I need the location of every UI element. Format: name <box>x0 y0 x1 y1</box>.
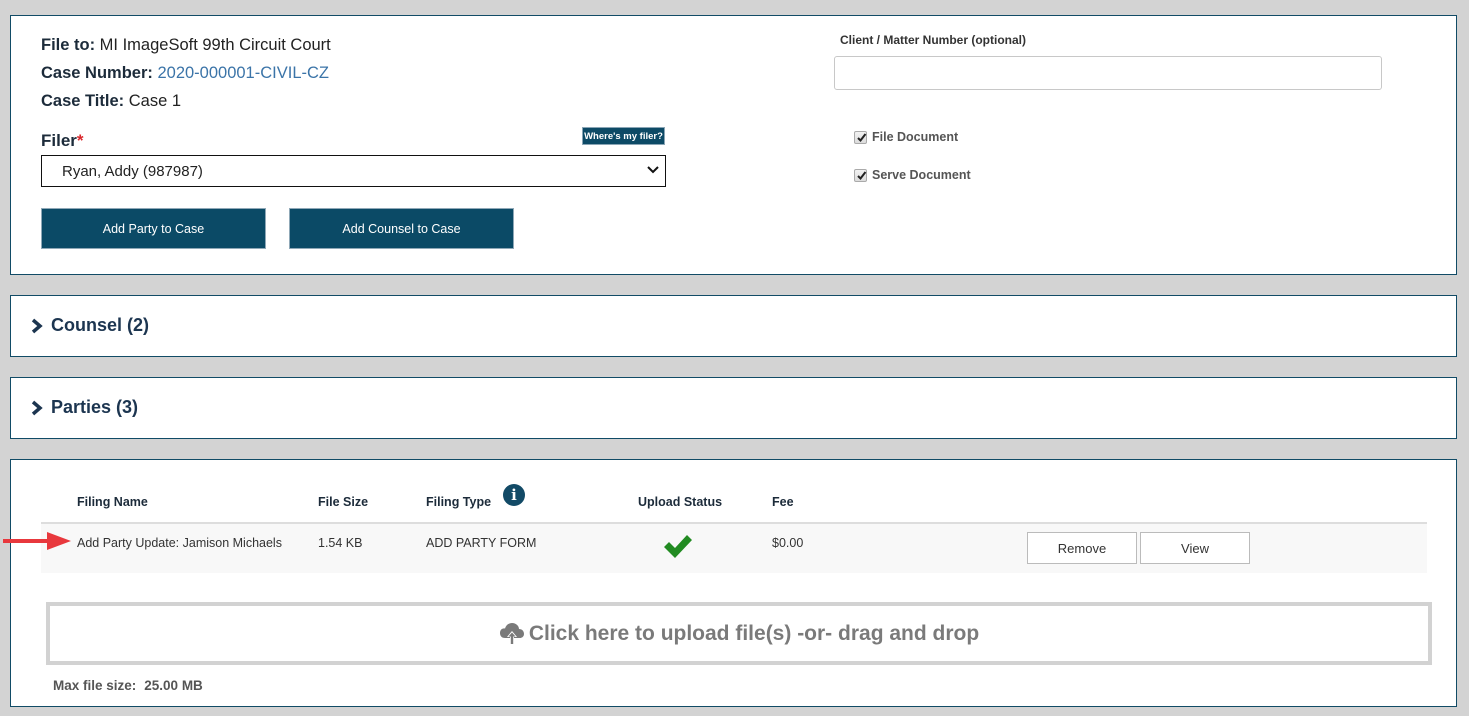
serve-document-checkbox[interactable] <box>854 168 867 182</box>
add-party-button[interactable]: Add Party to Case <box>41 208 266 249</box>
case-title-value: Case 1 <box>128 92 182 110</box>
table-row: Add Party Update: Jamison Michaels 1.54 … <box>41 522 1427 573</box>
cloud-upload-icon <box>499 622 524 645</box>
file-to-label: File to: <box>41 36 96 54</box>
view-button[interactable]: View <box>1140 532 1250 564</box>
column-header-filing-type: Filing Type <box>426 495 492 509</box>
upload-success-check-icon <box>664 535 692 558</box>
parties-toggle[interactable]: Parties (3) <box>31 397 138 418</box>
client-matter-label: Client / Matter Number (optional) <box>840 33 1026 47</box>
file-to-line: File to: MI ImageSoft 99th Circuit Court <box>41 36 331 55</box>
serve-document-option[interactable]: Serve Document <box>854 168 971 182</box>
file-document-option[interactable]: File Document <box>854 130 958 144</box>
chevron-right-icon <box>31 318 43 333</box>
counsel-toggle[interactable]: Counsel (2) <box>31 315 149 336</box>
file-document-checkbox[interactable] <box>854 130 867 144</box>
serve-document-label: Serve Document <box>872 168 971 182</box>
info-icon[interactable]: i <box>503 484 525 506</box>
case-title-line: Case Title: Case 1 <box>41 92 181 111</box>
chevron-down-icon <box>647 166 659 174</box>
filings-panel: Filing Name File Size Filing Type i Uplo… <box>10 459 1457 707</box>
max-file-size: Max file size: 25.00 MB <box>53 678 203 693</box>
file-to-value: MI ImageSoft 99th Circuit Court <box>99 36 331 54</box>
filer-label: Filer* <box>41 131 84 151</box>
chevron-right-icon <box>31 400 43 415</box>
case-number-line: Case Number: 2020-000001-CIVIL-CZ <box>41 64 329 83</box>
parties-title: Parties (3) <box>51 397 139 417</box>
counsel-section: Counsel (2) <box>10 295 1457 357</box>
filing-type-cell: ADD PARTY FORM <box>426 536 537 550</box>
filer-label-text: Filer <box>41 131 77 150</box>
client-matter-input[interactable] <box>834 56 1382 90</box>
upload-prompt: Click here to upload file(s) -or- drag a… <box>528 621 980 645</box>
filer-select[interactable]: Ryan, Addy (987987) <box>41 155 666 187</box>
column-header-file-size: File Size <box>318 495 369 509</box>
max-file-size-label: Max file size: <box>53 678 137 693</box>
case-number-link[interactable]: 2020-000001-CIVIL-CZ <box>157 64 329 82</box>
column-header-upload-status: Upload Status <box>638 495 723 509</box>
wheres-my-filer-button[interactable]: Where's my filer? <box>582 127 665 145</box>
counsel-title: Counsel (2) <box>51 315 150 335</box>
required-asterisk: * <box>76 131 84 150</box>
add-counsel-button[interactable]: Add Counsel to Case <box>289 208 514 249</box>
file-size-cell: 1.54 KB <box>318 536 363 550</box>
parties-section: Parties (3) <box>10 377 1457 439</box>
filing-name-cell: Add Party Update: Jamison Michaels <box>77 536 282 550</box>
filer-selected-value: Ryan, Addy (987987) <box>62 162 203 180</box>
case-title-label: Case Title: <box>41 92 125 110</box>
case-number-label: Case Number: <box>41 64 153 82</box>
upload-dropzone[interactable]: Click here to upload file(s) -or- drag a… <box>46 602 1432 665</box>
checkmark-icon <box>857 170 867 180</box>
case-info-panel: File to: MI ImageSoft 99th Circuit Court… <box>10 15 1457 275</box>
max-file-size-value: 25.00 MB <box>144 678 203 693</box>
column-header-fee: Fee <box>772 495 794 509</box>
column-header-filing-name: Filing Name <box>77 495 148 509</box>
checkmark-icon <box>857 132 867 142</box>
file-document-label: File Document <box>872 130 959 144</box>
remove-button[interactable]: Remove <box>1027 532 1137 564</box>
fee-cell: $0.00 <box>772 536 804 550</box>
annotation-arrow-icon <box>3 532 71 550</box>
